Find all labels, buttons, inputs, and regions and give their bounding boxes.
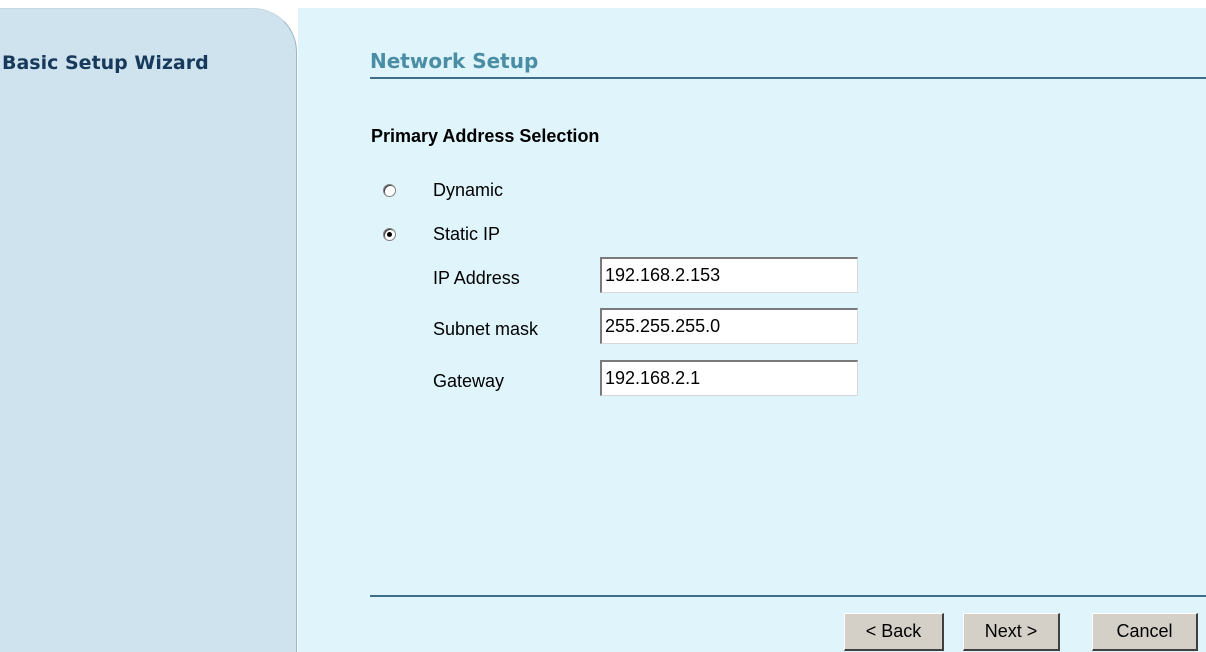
sidebar: Basic Setup Wizard	[0, 8, 297, 652]
gateway-input[interactable]	[600, 360, 858, 396]
title-divider	[370, 77, 1206, 79]
radio-static-ip-label[interactable]: Static IP	[433, 224, 500, 245]
radio-dynamic-label[interactable]: Dynamic	[433, 180, 503, 201]
radio-static-ip[interactable]: Static IP	[383, 222, 500, 246]
radio-static-ip-button[interactable]	[383, 227, 396, 241]
subnet-mask-input[interactable]	[600, 308, 858, 344]
next-button[interactable]: Next >	[963, 613, 1060, 651]
ip-address-input[interactable]	[600, 257, 858, 293]
ip-address-label: IP Address	[433, 268, 520, 288]
gateway-label: Gateway	[433, 371, 505, 391]
back-button[interactable]: < Back	[844, 613, 944, 651]
cancel-button[interactable]: Cancel	[1092, 613, 1198, 651]
subnet-mask-label: Subnet mask	[433, 319, 539, 339]
radio-dynamic[interactable]: Dynamic	[383, 178, 503, 202]
radio-dynamic-button[interactable]	[383, 183, 396, 197]
page-title: Network Setup	[370, 49, 539, 73]
footer-divider	[370, 595, 1206, 597]
main-content: Network Setup Primary Address Selection …	[298, 8, 1206, 652]
sidebar-title: Basic Setup Wizard	[2, 52, 209, 74]
section-heading: Primary Address Selection	[371, 126, 600, 146]
